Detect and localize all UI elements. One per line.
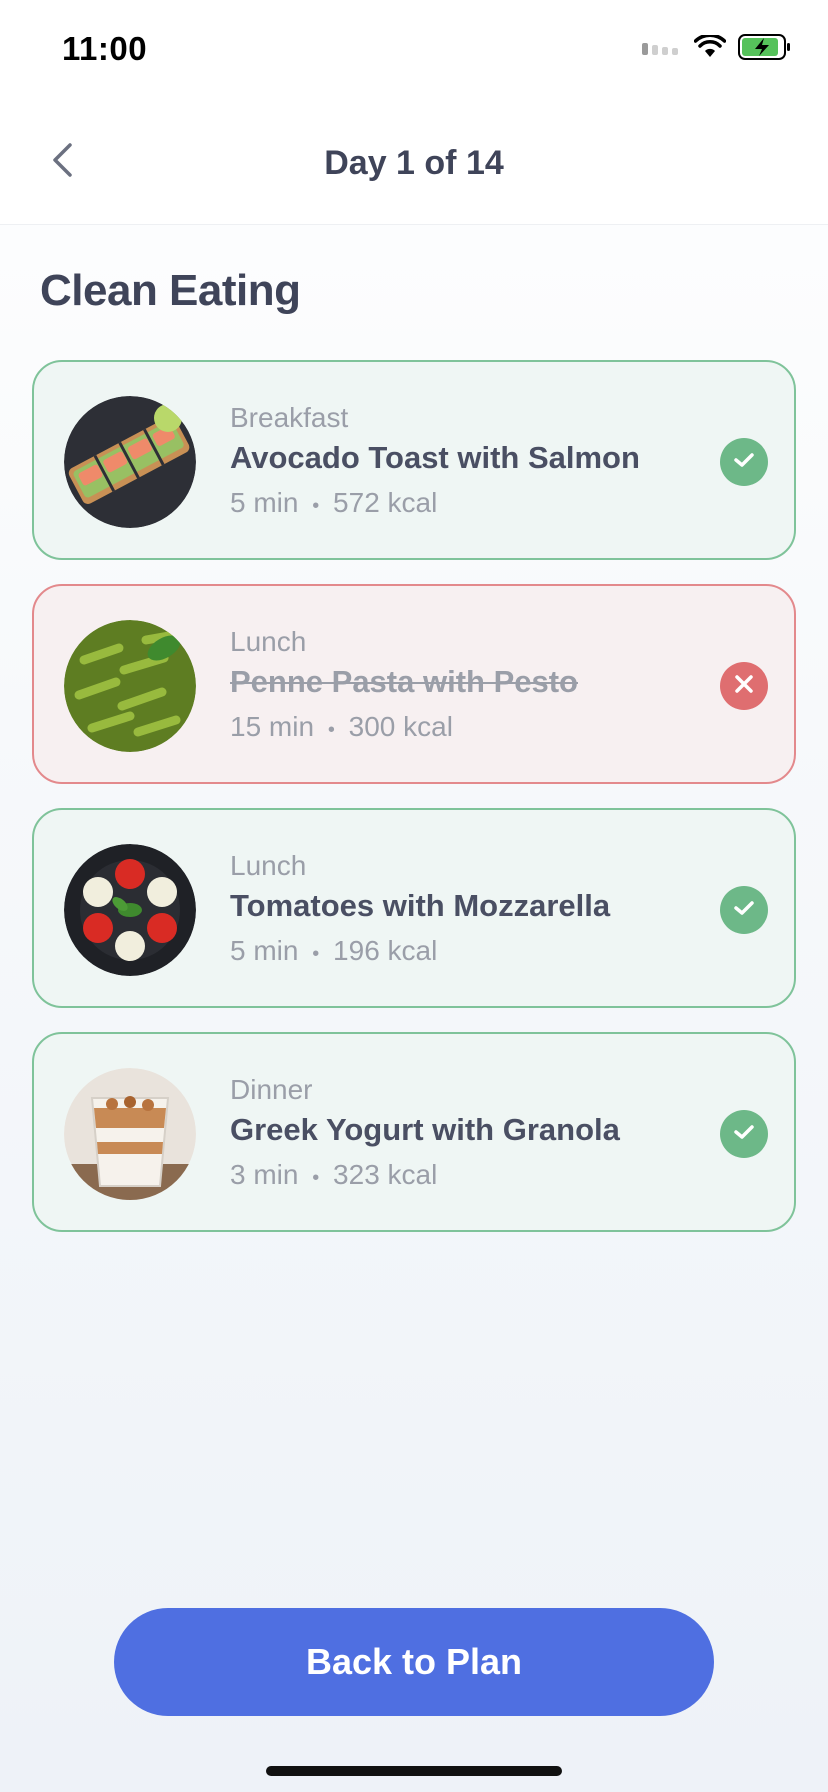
meal-time: 5 min [230,487,299,518]
meal-meta: 15 min • 300 kcal [230,710,578,747]
cellular-signal-icon [642,39,682,60]
avocado-toast-photo [64,396,196,528]
status-done-badge[interactable] [720,1110,768,1158]
navigation-header: Day 1 of 14 [0,100,828,225]
meal-type: Lunch [230,626,307,657]
battery-charging-icon [738,34,792,65]
meal-type: Lunch [230,850,307,881]
meal-name: Avocado Toast with Salmon [230,440,640,475]
status-done-badge[interactable] [720,886,768,934]
meal-meta: 3 min • 323 kcal [230,1158,620,1195]
meta-separator: • [312,943,320,965]
meal-calories: 572 kcal [333,487,438,518]
checkmark-icon [733,899,755,922]
meal-meta: 5 min • 572 kcal [230,486,640,523]
meal-calories: 300 kcal [348,711,453,742]
meal-meta: 5 min • 196 kcal [230,934,610,971]
meal-name: Tomatoes with Mozzarella [230,888,611,923]
meal-info: Breakfast Avocado Toast with Salmon 5 mi… [230,402,640,523]
status-done-badge[interactable] [720,438,768,486]
meal-info: Dinner Greek Yogurt with Granola 3 min •… [230,1074,620,1195]
meta-separator: • [312,1167,320,1189]
meta-separator: • [327,719,335,741]
meal-info: Lunch Tomatoes with Mozzarella 5 min • 1… [230,850,610,971]
status-time: 11:00 [62,30,148,67]
meal-type: Dinner [230,1074,313,1105]
meal-card[interactable]: Lunch Penne Pasta with Pesto 15 min • 30… [32,584,796,784]
meal-card[interactable]: Breakfast Avocado Toast with Salmon 5 mi… [32,360,796,560]
meal-type: Breakfast [230,402,349,433]
home-indicator[interactable] [266,1766,562,1776]
yogurt-granola-photo [64,1068,196,1200]
page-title: Day 1 of 14 [324,144,504,182]
meal-time: 15 min [230,711,315,742]
status-skipped-badge[interactable] [720,662,768,710]
meal-card[interactable]: Lunch Tomatoes with Mozzarella 5 min • 1… [32,808,796,1008]
status-icons [642,33,792,65]
meal-info: Lunch Penne Pasta with Pesto 15 min • 30… [230,626,578,747]
pesto-pasta-photo [64,620,196,752]
close-icon [734,674,754,699]
checkmark-icon [733,451,755,474]
caprese-photo [64,844,196,976]
meta-separator: • [312,495,320,517]
meal-calories: 323 kcal [333,1159,438,1190]
meal-card[interactable]: Dinner Greek Yogurt with Granola 3 min •… [32,1032,796,1232]
meal-list: Breakfast Avocado Toast with Salmon 5 mi… [32,360,796,1256]
wifi-icon [693,33,727,64]
plan-title: Clean Eating [40,266,301,315]
meal-time: 5 min [230,935,299,966]
meal-name: Penne Pasta with Pesto [230,664,578,699]
status-bar: 11:00 [0,0,828,100]
checkmark-icon [733,1123,755,1146]
meal-name: Greek Yogurt with Granola [230,1112,620,1147]
meal-calories: 196 kcal [333,935,438,966]
back-to-plan-button[interactable]: Back to Plan [114,1608,714,1716]
meal-time: 3 min [230,1159,299,1190]
